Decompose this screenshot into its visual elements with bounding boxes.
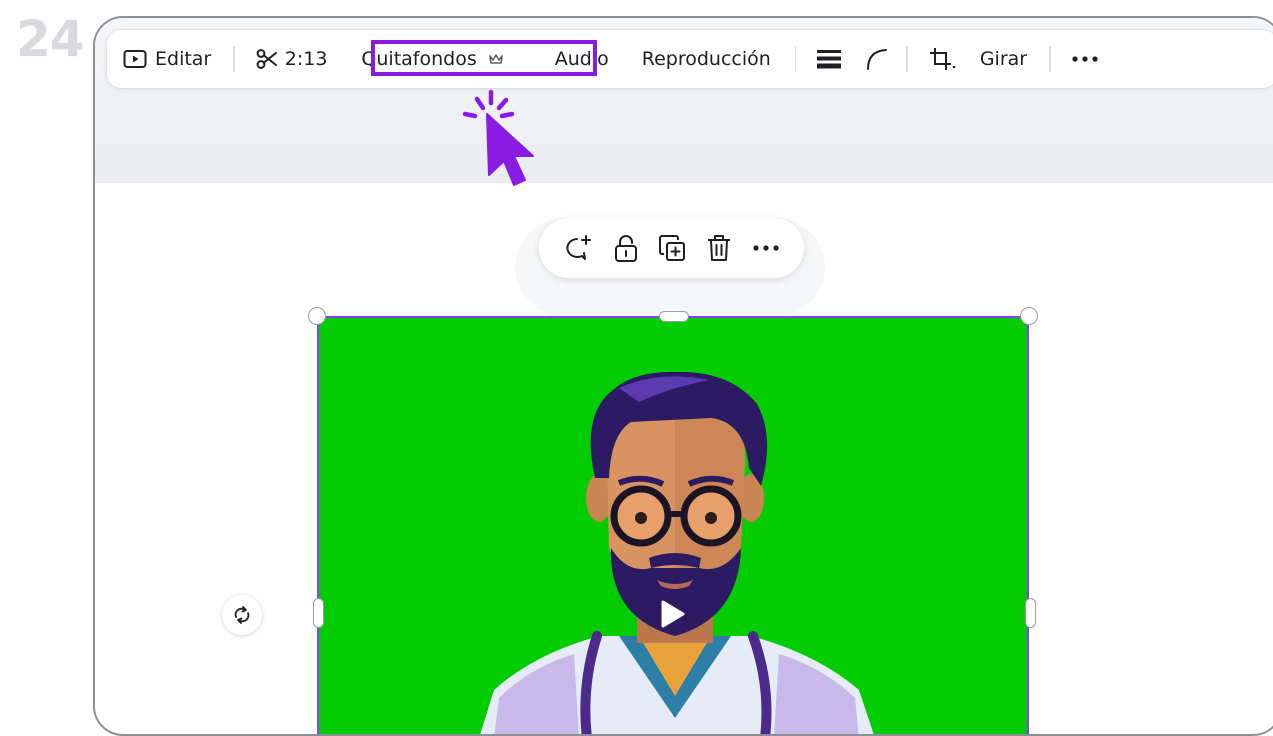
- comment-add-icon[interactable]: [563, 234, 593, 262]
- app-frame: Editar 2:13 Quitafondos Audio Reproducci…: [93, 16, 1273, 736]
- resize-handle-left[interactable]: [313, 598, 324, 628]
- resize-handle-right[interactable]: [1025, 598, 1036, 628]
- more-icon: [1071, 55, 1099, 63]
- step-number: 24: [16, 10, 85, 68]
- element-toolbar: [539, 218, 804, 278]
- toolbar-divider: [906, 46, 908, 72]
- lock-icon[interactable]: [613, 233, 639, 263]
- playback-button[interactable]: Reproducción: [642, 48, 771, 70]
- crop-icon: [928, 47, 956, 71]
- click-cursor-icon: [459, 86, 539, 195]
- crop-button[interactable]: [928, 47, 956, 71]
- border-style-button[interactable]: [816, 48, 842, 70]
- resize-handle-top[interactable]: [659, 311, 689, 322]
- duration-label: 2:13: [284, 48, 328, 70]
- edit-button[interactable]: Editar: [123, 48, 211, 70]
- play-icon[interactable]: [653, 596, 689, 636]
- corner-rounding-button[interactable]: [866, 48, 888, 70]
- trim-button[interactable]: 2:13: [255, 47, 328, 71]
- toolbar-divider: [794, 46, 797, 72]
- delete-icon[interactable]: [706, 233, 732, 263]
- resize-handle-top-right[interactable]: [1020, 307, 1038, 325]
- contextual-toolbar: Editar 2:13 Quitafondos Audio Reproducci…: [107, 30, 1273, 88]
- rotate-button[interactable]: Girar: [980, 48, 1027, 70]
- rotate-icon: [232, 605, 252, 625]
- line-weight-icon: [816, 48, 842, 70]
- playback-label: Reproducción: [641, 48, 771, 70]
- duplicate-icon[interactable]: [658, 234, 686, 262]
- highlight-box: [371, 40, 597, 76]
- play-box-icon: [123, 49, 147, 69]
- rotate-handle[interactable]: [222, 595, 262, 635]
- scissors-icon: [255, 47, 279, 71]
- more-icon[interactable]: [752, 244, 780, 252]
- doctor-illustration: [480, 371, 874, 734]
- toolbar-divider: [233, 46, 235, 72]
- corner-radius-icon: [866, 48, 888, 70]
- resize-handle-top-left[interactable]: [308, 307, 326, 325]
- edit-label: Editar: [155, 48, 212, 70]
- video-element[interactable]: [317, 316, 1029, 734]
- rotate-label: Girar: [979, 48, 1028, 70]
- more-options-button[interactable]: [1071, 55, 1099, 63]
- toolbar-divider: [1049, 46, 1051, 72]
